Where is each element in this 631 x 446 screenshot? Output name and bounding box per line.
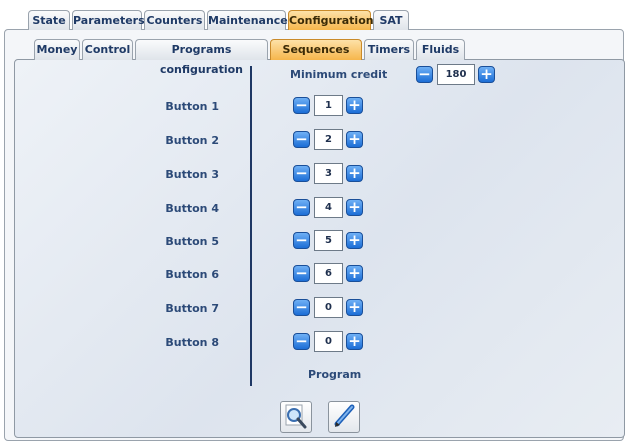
- tab-programs-configuration[interactable]: Programs configuration: [135, 39, 268, 76]
- tab-configuration[interactable]: Configuration: [288, 10, 374, 30]
- button-4-increment[interactable]: +: [346, 199, 363, 216]
- min-credit-decrement-button[interactable]: −: [416, 66, 433, 83]
- tab-maintenance[interactable]: Maintenance: [207, 10, 288, 30]
- search-button[interactable]: [280, 401, 312, 433]
- button-7-decrement[interactable]: −: [293, 299, 310, 316]
- button-1-value[interactable]: 1: [314, 95, 343, 116]
- button-6-label: Button 6: [165, 268, 219, 281]
- button-6-increment[interactable]: +: [346, 265, 363, 282]
- tab-fluids[interactable]: Fluids: [416, 39, 465, 60]
- button-8-value[interactable]: 0: [314, 331, 343, 352]
- button-5-increment[interactable]: +: [346, 232, 363, 249]
- button-5-label: Button 5: [165, 235, 219, 248]
- button-4-label: Button 4: [165, 202, 219, 215]
- button-2-decrement[interactable]: −: [293, 131, 310, 148]
- tab-timers[interactable]: Timers: [364, 39, 414, 60]
- button-8-decrement[interactable]: −: [293, 333, 310, 350]
- tab-parameters[interactable]: Parameters: [72, 10, 145, 30]
- button-5-value[interactable]: 5: [314, 230, 343, 251]
- button-1-label: Button 1: [165, 100, 219, 113]
- button-2-value[interactable]: 2: [314, 129, 343, 150]
- button-7-increment[interactable]: +: [346, 299, 363, 316]
- button-6-decrement[interactable]: −: [293, 265, 310, 282]
- magnifier-icon: [285, 404, 307, 429]
- button-6-value[interactable]: 6: [314, 263, 343, 284]
- button-3-label: Button 3: [165, 168, 219, 181]
- button-1-decrement[interactable]: −: [293, 97, 310, 114]
- tab-state[interactable]: State: [28, 10, 70, 30]
- button-5-decrement[interactable]: −: [293, 232, 310, 249]
- column-divider: [250, 66, 252, 386]
- tab-counters[interactable]: Counters: [144, 10, 205, 30]
- button-2-label: Button 2: [165, 134, 219, 147]
- button-3-increment[interactable]: +: [346, 165, 363, 182]
- button-8-increment[interactable]: +: [346, 333, 363, 350]
- tab-sat[interactable]: SAT: [373, 10, 409, 30]
- button-3-decrement[interactable]: −: [293, 165, 310, 182]
- tab-money[interactable]: Money: [34, 39, 80, 60]
- button-4-value[interactable]: 4: [314, 197, 343, 218]
- button-7-value[interactable]: 0: [314, 297, 343, 318]
- edit-button[interactable]: [328, 401, 360, 433]
- min-credit-value[interactable]: 180: [437, 64, 475, 85]
- button-3-value[interactable]: 3: [314, 163, 343, 184]
- app-window: State Parameters Counters Maintenance Co…: [0, 0, 631, 446]
- button-1-increment[interactable]: +: [346, 97, 363, 114]
- button-7-label: Button 7: [165, 302, 219, 315]
- tab-control[interactable]: Control: [82, 39, 133, 60]
- program-column-label: Program: [308, 368, 362, 381]
- tab-sequences[interactable]: Sequences: [270, 39, 362, 60]
- min-credit-label: Minimum credit: [290, 68, 388, 81]
- button-4-decrement[interactable]: −: [293, 199, 310, 216]
- pen-icon: [334, 404, 355, 427]
- min-credit-increment-button[interactable]: +: [478, 66, 495, 83]
- button-2-increment[interactable]: +: [346, 131, 363, 148]
- button-8-label: Button 8: [165, 336, 219, 349]
